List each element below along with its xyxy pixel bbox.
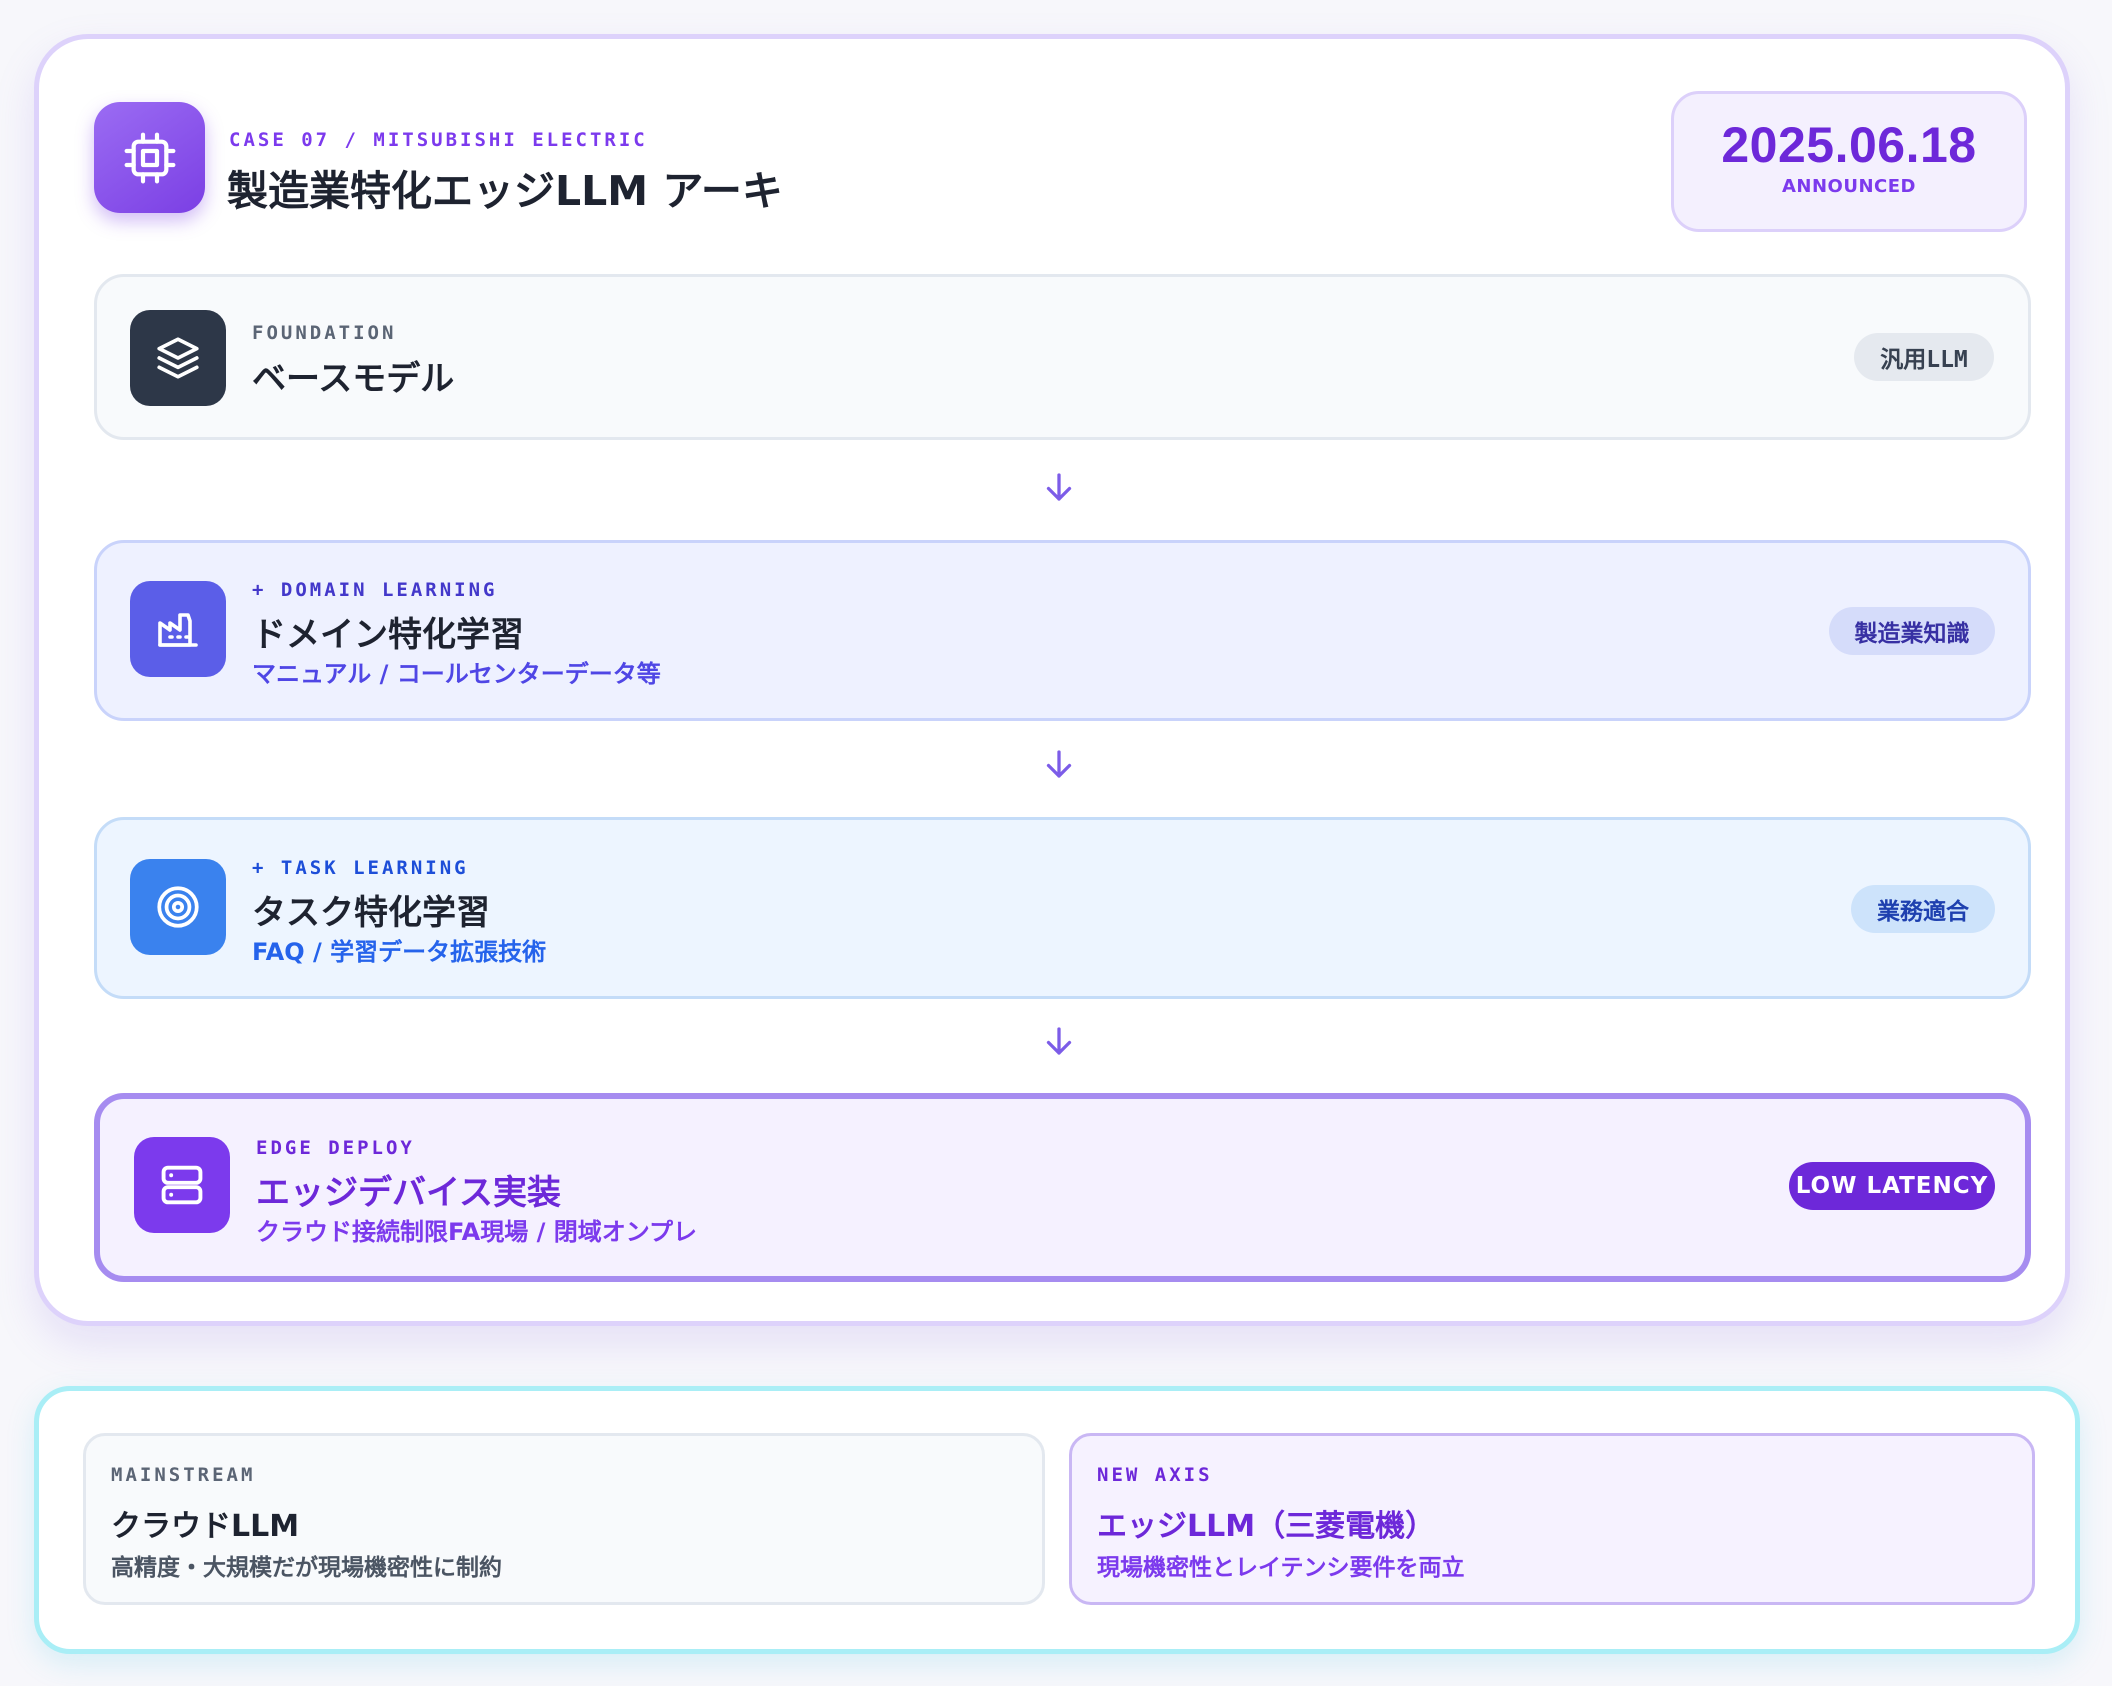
layers-icon xyxy=(130,310,226,406)
compare-title: エッジLLM（三菱電機） xyxy=(1097,1509,1436,1544)
arrow-down-icon xyxy=(1039,1021,1079,1061)
stage-foundation: FOUNDATION ベースモデル 汎用LLM xyxy=(94,274,2031,440)
architecture-card: CASE 07 / MITSUBISHI ELECTRIC 製造業特化エッジLL… xyxy=(34,34,2070,1326)
stage-tag: 業務適合 xyxy=(1851,885,1995,933)
stage-tag: 汎用LLM xyxy=(1854,333,1994,381)
compare-description: 現場機密性とレイテンシ要件を両立 xyxy=(1097,1555,1465,1581)
stage-eyebrow: + TASK LEARNING xyxy=(252,857,469,879)
case-eyebrow: CASE 07 / MITSUBISHI ELECTRIC xyxy=(229,129,648,151)
stage-tag: 製造業知識 xyxy=(1829,607,1995,655)
arrow-down-icon xyxy=(1039,744,1079,784)
factory-icon xyxy=(130,581,226,677)
stage-title: ベースモデル xyxy=(252,359,455,399)
stage-title: エッジデバイス実装 xyxy=(256,1173,561,1213)
compare-mainstream: MAINSTREAM クラウドLLM 高精度・大規模だが現場機密性に制約 xyxy=(83,1433,1045,1605)
announce-label: ANNOUNCED xyxy=(1782,176,1916,197)
announce-date: 2025.06.18 xyxy=(1721,117,1977,173)
stage-title: タスク特化学習 xyxy=(252,893,490,933)
stage-task-learning: + TASK LEARNING タスク特化学習 FAQ / 学習データ拡張技術 … xyxy=(94,817,2031,999)
stage-eyebrow: FOUNDATION xyxy=(252,322,397,344)
stage-edge-deploy: EDGE DEPLOY エッジデバイス実装 クラウド接続制限FA現場 / 閉域オ… xyxy=(94,1093,2031,1282)
compare-new-axis: NEW AXIS エッジLLM（三菱電機） 現場機密性とレイテンシ要件を両立 xyxy=(1069,1433,2035,1605)
stage-tag: LOW LATENCY xyxy=(1789,1162,1995,1210)
server-icon xyxy=(134,1137,230,1233)
arrow-down-icon xyxy=(1039,467,1079,507)
comparison-card: MAINSTREAM クラウドLLM 高精度・大規模だが現場機密性に制約 NEW… xyxy=(34,1386,2080,1654)
stage-subtitle: FAQ / 学習データ拡張技術 xyxy=(252,938,547,966)
date-badge: 2025.06.18 ANNOUNCED xyxy=(1671,91,2027,232)
chip-icon xyxy=(94,102,205,213)
compare-eyebrow: NEW AXIS xyxy=(1097,1464,1213,1486)
compare-description: 高精度・大規模だが現場機密性に制約 xyxy=(111,1555,502,1581)
compare-eyebrow: MAINSTREAM xyxy=(111,1464,256,1486)
stage-title: ドメイン特化学習 xyxy=(252,615,524,655)
page-title: 製造業特化エッジLLM アーキ xyxy=(227,167,783,215)
compare-title: クラウドLLM xyxy=(111,1509,300,1544)
stage-subtitle: マニュアル / コールセンターデータ等 xyxy=(252,660,661,688)
stage-eyebrow: EDGE DEPLOY xyxy=(256,1137,415,1159)
target-icon xyxy=(130,859,226,955)
stage-eyebrow: + DOMAIN LEARNING xyxy=(252,579,498,601)
stage-subtitle: クラウド接続制限FA現場 / 閉域オンプレ xyxy=(256,1218,697,1246)
stage-domain-learning: + DOMAIN LEARNING ドメイン特化学習 マニュアル / コールセン… xyxy=(94,540,2031,721)
